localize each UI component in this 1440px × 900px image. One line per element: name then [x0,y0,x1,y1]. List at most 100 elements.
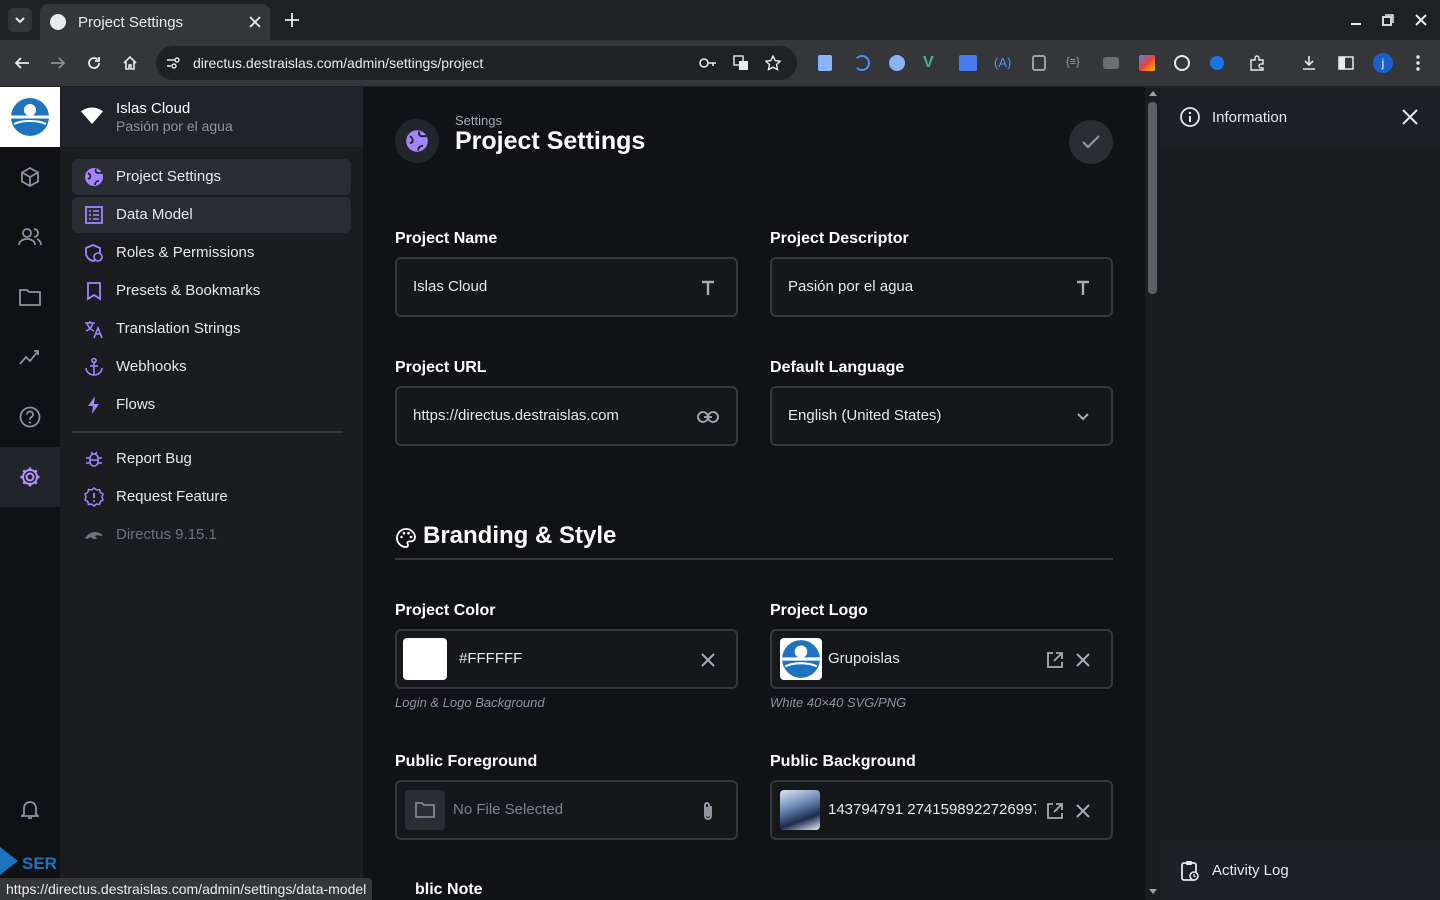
nav-item-directus-version[interactable]: Directus 9.15.1 [72,517,351,553]
nav-item-translation-strings[interactable]: Translation Strings [72,311,351,347]
nav-item-roles-permissions[interactable]: Roles & Permissions [72,235,351,271]
project-name-input[interactable]: Islas Cloud [395,257,738,317]
section-divider [395,558,1113,560]
users-module-icon[interactable] [0,207,60,267]
restore-icon[interactable] [1380,12,1396,28]
nav-item-report-bug[interactable]: Report Bug [72,441,351,477]
extension-react-icon[interactable] [1174,55,1190,71]
header-globe-button[interactable] [395,119,439,163]
nav-item-webhooks[interactable]: Webhooks [72,349,351,385]
public-background-input[interactable]: 143794791 2741598922726997 [770,780,1113,840]
branding-section-title: Branding & Style [423,522,617,549]
help-module-icon[interactable] [0,387,60,447]
forward-icon[interactable] [48,53,68,73]
extension-color-icon[interactable] [1139,55,1155,71]
back-icon[interactable] [12,53,32,73]
extension-blue-dot-icon[interactable] [1210,56,1224,70]
file-placeholder-box [405,790,445,830]
browser-toolbar: directus.destraislas.com/admin/settings/… [0,40,1440,86]
clear-icon[interactable] [1072,800,1094,822]
close-tab-icon[interactable] [246,13,264,31]
default-language-label: Default Language [770,359,905,376]
side-panel-icon[interactable] [1336,53,1356,73]
open-in-new-icon[interactable] [1044,800,1066,822]
public-icon [85,168,103,186]
browser-tab[interactable]: Project Settings [40,4,270,40]
nav-item-flows[interactable]: Flows [72,387,351,423]
nav-divider [72,431,343,433]
clear-icon[interactable] [1072,649,1094,671]
minimize-icon[interactable] [1348,12,1364,28]
extension-robot-icon[interactable] [1103,57,1119,69]
extension-3-icon[interactable] [889,55,905,71]
tab-search-icon[interactable] [8,8,32,32]
nav-item-data-model[interactable]: Data Model [72,197,351,233]
color-swatch[interactable] [403,638,447,680]
close-sidebar-icon[interactable] [1402,109,1418,125]
save-button[interactable] [1069,120,1113,164]
project-logo-input[interactable]: Grupoislas [770,629,1113,689]
nav-item-request-feature[interactable]: Request Feature [72,479,351,515]
scroll-thumb[interactable] [1148,102,1157,294]
project-descriptor-input[interactable]: Pasión por el agua [770,257,1113,317]
nav-item-project-settings[interactable]: Project Settings [72,159,351,195]
open-in-new-icon[interactable] [1044,649,1066,671]
url-text[interactable]: directus.destraislas.com/admin/settings/… [193,55,483,71]
address-bar[interactable]: directus.destraislas.com/admin/settings/… [156,46,797,80]
default-language-select[interactable]: English (United States) [770,386,1113,446]
password-key-icon[interactable] [699,54,717,72]
project-header[interactable]: Islas Cloud Pasión por el agua [60,87,363,147]
project-name: Islas Cloud [116,100,191,117]
folder-icon [415,802,435,818]
text-format-icon [1072,277,1094,299]
project-logo[interactable] [0,87,60,147]
extension-8-icon[interactable]: {≡} [1066,56,1080,68]
navigation-pane: Islas Cloud Pasión por el agua Project S… [60,87,363,900]
extension-translate-icon[interactable] [959,55,977,71]
browser-menu-icon[interactable] [1408,53,1428,73]
extension-font-icon[interactable]: (A) [994,55,1011,70]
project-color-note: Login & Logo Background [395,695,545,710]
translate-page-icon[interactable] [732,54,750,72]
download-icon[interactable] [1299,53,1319,73]
public-background-label: Public Background [770,753,916,770]
attach-file-icon[interactable] [697,800,719,822]
clear-icon[interactable] [697,649,719,671]
directus-rabbit-icon [85,532,103,539]
reload-icon[interactable] [84,53,104,73]
extension-7-icon[interactable] [1032,55,1046,71]
activity-log-section[interactable]: Activity Log [1160,840,1440,900]
nav-item-presets-bookmarks[interactable]: Presets & Bookmarks [72,273,351,309]
bookmark-star-icon[interactable] [764,54,782,72]
project-url-input[interactable]: https://directus.destraislas.com [395,386,738,446]
user-avatar-logo[interactable]: SER [0,847,60,877]
chevron-down-icon [1072,406,1094,428]
home-icon[interactable] [120,53,140,73]
breadcrumb[interactable]: Settings [455,113,502,128]
project-color-input[interactable]: #FFFFFF [395,629,738,689]
list-alt-icon [85,206,103,224]
settings-module-icon[interactable] [0,447,60,507]
site-info-icon[interactable] [164,54,182,72]
notifications-bell-icon[interactable] [0,780,60,840]
extension-icons: V (A) {≡} [812,52,1242,74]
extensions-puzzle-icon[interactable] [1247,53,1267,73]
logo-thumbnail [780,638,822,680]
extension-vue-icon[interactable]: V [923,54,934,72]
project-color-label: Project Color [395,602,496,619]
information-section[interactable]: Information [1160,87,1440,147]
translate-icon [85,321,103,339]
insights-module-icon[interactable] [0,327,60,387]
info-sidebar: Information Activity Log [1160,87,1440,900]
files-module-icon[interactable] [0,267,60,327]
profile-avatar[interactable]: j [1373,53,1393,73]
scroll-up-arrow[interactable] [1149,91,1157,96]
extension-2-icon[interactable] [854,55,870,71]
close-window-icon[interactable] [1413,12,1429,28]
public-foreground-input[interactable]: No File Selected [395,780,738,840]
scroll-down-arrow[interactable] [1149,889,1157,894]
main-scrollbar[interactable] [1145,87,1160,900]
content-module-icon[interactable] [0,147,60,207]
new-tab-icon[interactable] [282,10,302,30]
extension-1-icon[interactable] [818,55,832,71]
